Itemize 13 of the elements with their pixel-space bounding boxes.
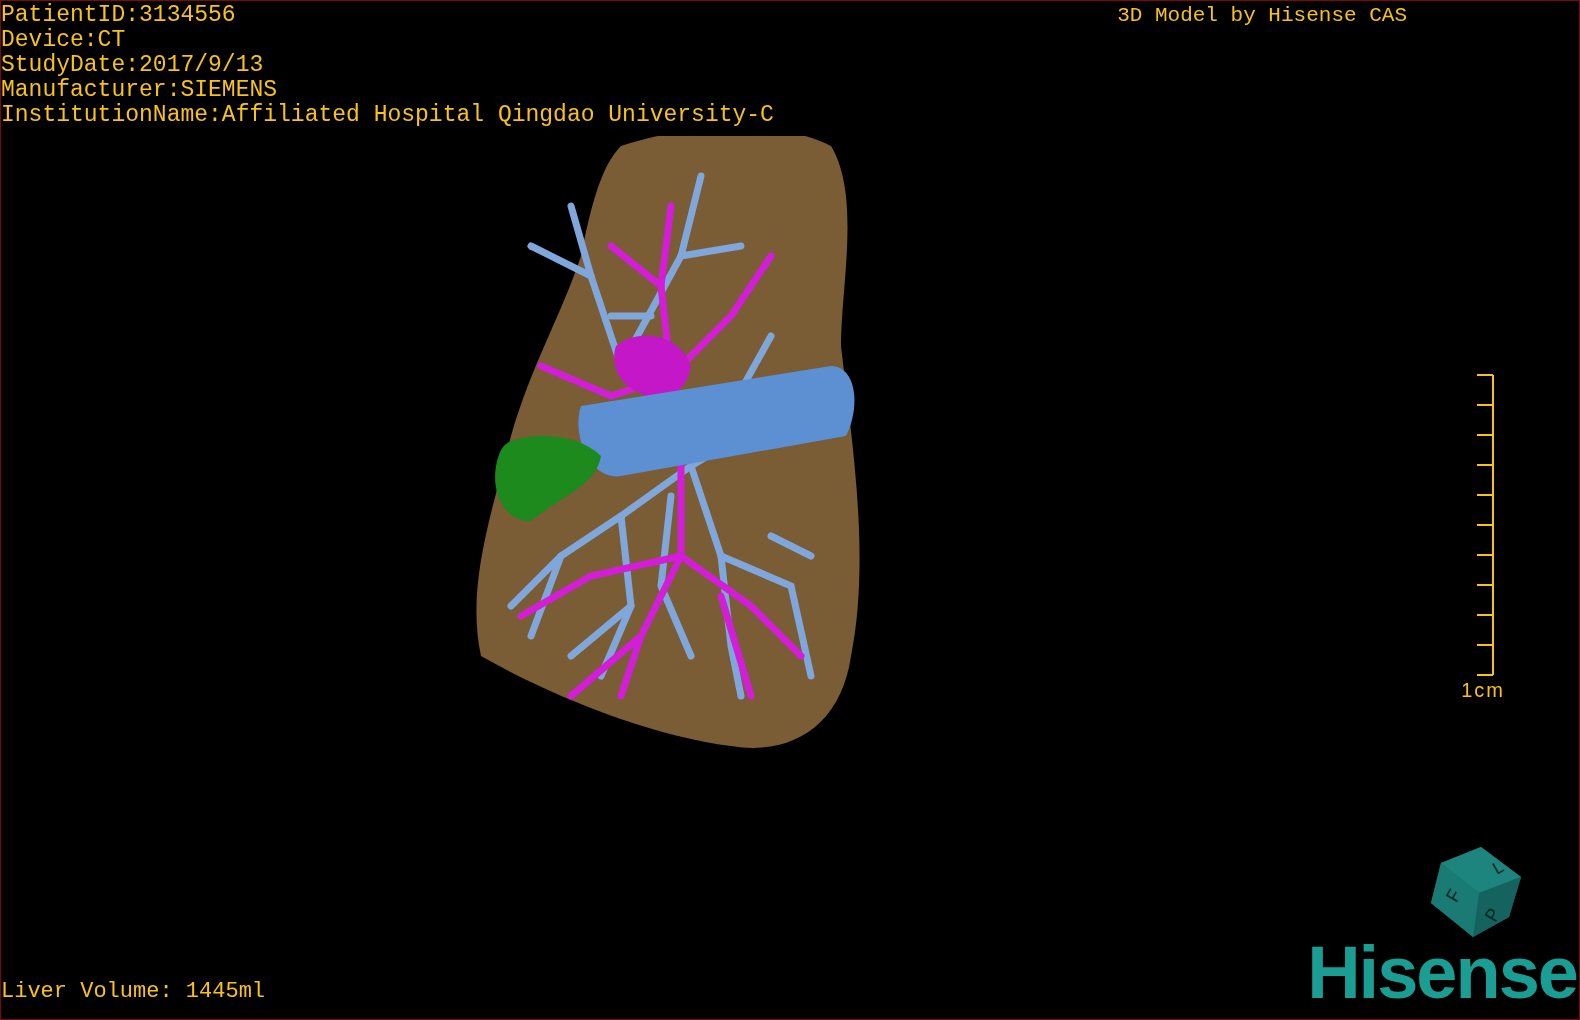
viewer-title: 3D Model by Hisense CAS — [1117, 3, 1407, 29]
scale-label: 1cm — [1461, 679, 1505, 701]
info-line: PatientID:3134556 — [1, 3, 237, 28]
info-line: Device:CT — [1, 28, 127, 53]
liver-volume: Liver Volume: 1445ml — [1, 979, 266, 1005]
cube-face-label: P — [1480, 904, 1507, 927]
brand-logo: Hisense — [1307, 941, 1577, 1005]
info-line: Manufacturer:SIEMENS — [1, 78, 279, 103]
cube-face-label: F — [1441, 885, 1468, 907]
cube-face-label: L — [1488, 856, 1509, 880]
info-line: StudyDate:2017/9/13 — [1, 53, 265, 78]
info-line: InstitutionName:Affiliated Hospital Qingdao University-C — [1, 103, 774, 128]
orientation-cube[interactable]: F L P — [1431, 847, 1521, 937]
